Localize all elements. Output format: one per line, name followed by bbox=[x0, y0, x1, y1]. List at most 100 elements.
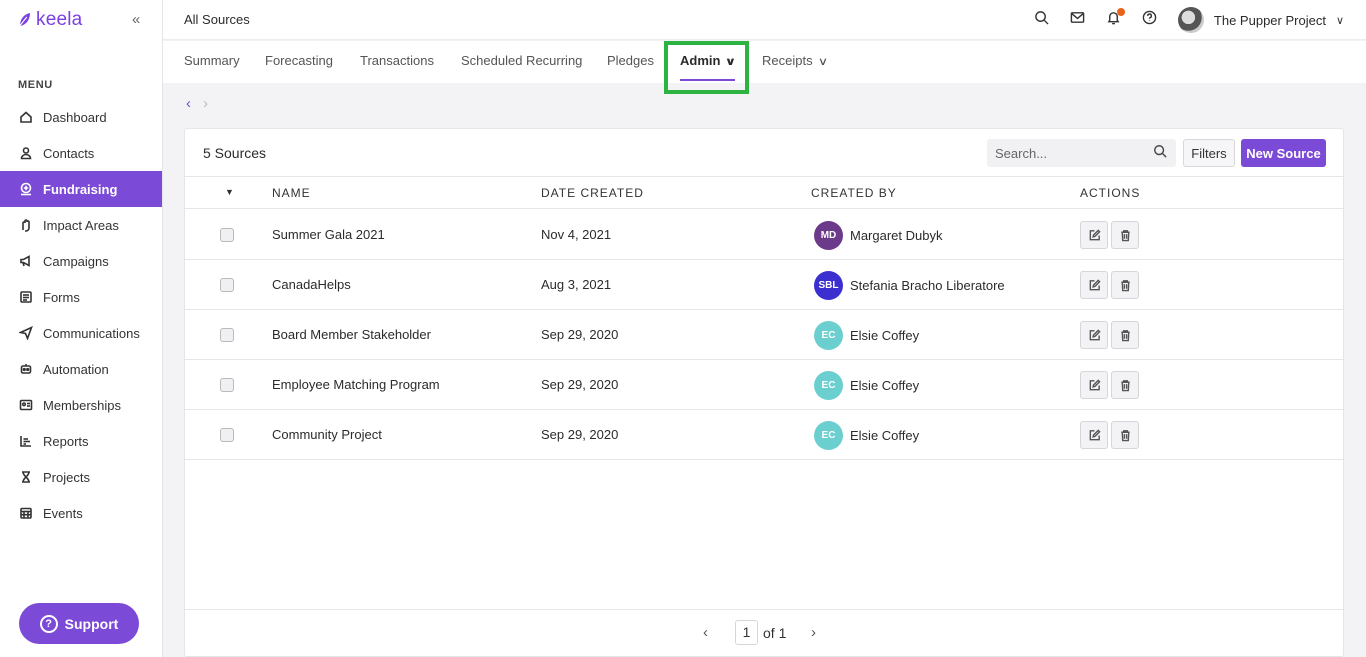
hand-icon bbox=[19, 218, 33, 232]
bell-icon[interactable] bbox=[1106, 8, 1125, 26]
avatar: EC bbox=[814, 321, 843, 350]
highlight-box bbox=[664, 41, 749, 94]
column-date-created[interactable]: DATE CREATED bbox=[541, 186, 644, 200]
created-by: EC Elsie Coffey bbox=[814, 421, 919, 450]
sidebar-item-label: Memberships bbox=[43, 397, 122, 413]
row-checkbox[interactable] bbox=[220, 378, 234, 392]
tab-forecasting[interactable]: Forecasting bbox=[265, 53, 333, 68]
edit-button[interactable] bbox=[1080, 221, 1108, 249]
history-nav: ‹ › bbox=[186, 95, 208, 112]
created-by: EC Elsie Coffey bbox=[814, 371, 919, 400]
collapse-sidebar-icon[interactable]: « bbox=[132, 11, 140, 28]
source-name[interactable]: Board Member Stakeholder bbox=[272, 327, 431, 342]
tab-pledges[interactable]: Pledges bbox=[607, 53, 654, 68]
row-checkbox[interactable] bbox=[220, 278, 234, 292]
source-name[interactable]: Employee Matching Program bbox=[272, 377, 440, 392]
table-row[interactable]: Employee Matching Program Sep 29, 2020 EC E… bbox=[185, 360, 1343, 410]
delete-button[interactable] bbox=[1111, 221, 1139, 249]
sidebar-item-forms[interactable]: Forms bbox=[0, 279, 162, 315]
sidebar-item-dashboard[interactable]: Dashboard bbox=[0, 99, 162, 135]
date-created: Sep 29, 2020 bbox=[541, 377, 619, 392]
sidebar-item-impact-areas[interactable]: Impact Areas bbox=[0, 207, 162, 243]
column-name[interactable]: NAME bbox=[272, 186, 311, 200]
trash-icon bbox=[1120, 279, 1130, 291]
table-row[interactable]: Board Member Stakeholder Sep 29, 2020 EC El… bbox=[185, 310, 1343, 360]
source-name[interactable]: Summer Gala 2021 bbox=[272, 227, 385, 242]
tab-summary[interactable]: Summary bbox=[184, 53, 240, 68]
tab-scheduled-recurring[interactable]: Scheduled Recurring bbox=[461, 53, 582, 68]
edit-button[interactable] bbox=[1080, 371, 1108, 399]
source-name[interactable]: Community Project bbox=[272, 427, 382, 442]
hourglass-icon bbox=[19, 470, 33, 484]
sort-caret-icon[interactable]: ▼ bbox=[225, 187, 234, 197]
sidebar-item-contacts[interactable]: Contacts bbox=[0, 135, 162, 171]
trash-icon bbox=[1120, 429, 1130, 441]
delete-button[interactable] bbox=[1111, 421, 1139, 449]
creator-name: Margaret Dubyk bbox=[850, 228, 943, 243]
edit-icon bbox=[1089, 278, 1101, 290]
search-icon[interactable] bbox=[1153, 144, 1168, 159]
mail-icon[interactable] bbox=[1070, 10, 1086, 26]
edit-icon bbox=[1089, 428, 1101, 440]
page-title: All Sources bbox=[184, 12, 250, 27]
delete-button[interactable] bbox=[1111, 321, 1139, 349]
avatar: EC bbox=[814, 421, 843, 450]
table-row[interactable]: Summer Gala 2021 Nov 4, 2021 MD Margaret Du… bbox=[185, 210, 1343, 260]
tab-transactions[interactable]: Transactions bbox=[360, 53, 434, 68]
edit-button[interactable] bbox=[1080, 421, 1108, 449]
sidebar-item-communications[interactable]: Communications bbox=[0, 315, 162, 351]
tab-receipts-label: Receipts bbox=[762, 53, 813, 68]
tab-receipts[interactable]: Receipts ∨ bbox=[762, 53, 828, 68]
prev-page-icon[interactable]: ‹ bbox=[703, 624, 708, 641]
avatar: SBL bbox=[814, 271, 843, 300]
page-total: of 1 bbox=[763, 625, 787, 641]
column-created-by[interactable]: CREATED BY bbox=[811, 186, 897, 200]
sidebar-item-campaigns[interactable]: Campaigns bbox=[0, 243, 162, 279]
user-icon bbox=[19, 146, 33, 160]
delete-button[interactable] bbox=[1111, 371, 1139, 399]
page-input[interactable]: 1 bbox=[735, 620, 758, 645]
search-input[interactable] bbox=[987, 139, 1176, 167]
row-checkbox[interactable] bbox=[220, 328, 234, 342]
creator-name: Elsie Coffey bbox=[850, 378, 920, 393]
new-source-button[interactable]: New Source bbox=[1241, 139, 1326, 167]
sidebar-item-label: Automation bbox=[43, 361, 109, 377]
search-icon[interactable] bbox=[1034, 10, 1050, 26]
row-checkbox[interactable] bbox=[220, 428, 234, 442]
table-row[interactable]: CanadaHelps Aug 3, 2021 SBL Stefania Bracho… bbox=[185, 260, 1343, 310]
next-page-icon[interactable]: › bbox=[811, 624, 816, 641]
org-switcher[interactable]: The Pupper Project ∨ bbox=[1177, 7, 1344, 33]
date-created: Sep 29, 2020 bbox=[541, 427, 619, 442]
delete-button[interactable] bbox=[1111, 271, 1139, 299]
org-name: The Pupper Project bbox=[1213, 12, 1326, 28]
edit-icon bbox=[1089, 328, 1101, 340]
sidebar-item-label: Projects bbox=[43, 469, 90, 485]
edit-button[interactable] bbox=[1080, 321, 1108, 349]
filters-button[interactable]: Filters bbox=[1183, 139, 1235, 167]
forward-arrow-icon[interactable]: › bbox=[203, 95, 208, 112]
avatar: EC bbox=[814, 371, 843, 400]
menu-title: MENU bbox=[18, 79, 53, 91]
row-actions bbox=[1080, 321, 1139, 349]
support-button[interactable]: ? Support bbox=[19, 603, 139, 644]
sidebar-item-events[interactable]: Events bbox=[0, 495, 162, 531]
edit-icon bbox=[1089, 378, 1101, 390]
sidebar-item-label: Reports bbox=[43, 433, 89, 449]
sidebar-item-reports[interactable]: Reports bbox=[0, 423, 162, 459]
help-icon[interactable] bbox=[1142, 10, 1158, 26]
keela-logo[interactable]: keela bbox=[18, 9, 82, 31]
table-row[interactable]: Community Project Sep 29, 2020 EC Elsie Cof… bbox=[185, 410, 1343, 460]
edit-button[interactable] bbox=[1080, 271, 1108, 299]
back-arrow-icon[interactable]: ‹ bbox=[186, 95, 191, 112]
row-checkbox[interactable] bbox=[220, 228, 234, 242]
sidebar-item-memberships[interactable]: Memberships bbox=[0, 387, 162, 423]
source-name[interactable]: CanadaHelps bbox=[272, 277, 351, 292]
date-created: Nov 4, 2021 bbox=[541, 227, 612, 242]
sidebar-item-fundraising[interactable]: Fundraising bbox=[0, 171, 162, 207]
send-icon bbox=[19, 326, 33, 340]
megaphone-icon bbox=[19, 254, 33, 268]
sidebar: keela « MENU Dashboard Contacts Fundraisin… bbox=[0, 0, 163, 657]
sidebar-item-projects[interactable]: Projects bbox=[0, 459, 162, 495]
sidebar-item-automation[interactable]: Automation bbox=[0, 351, 162, 387]
sidebar-item-label: Dashboard bbox=[43, 109, 107, 125]
